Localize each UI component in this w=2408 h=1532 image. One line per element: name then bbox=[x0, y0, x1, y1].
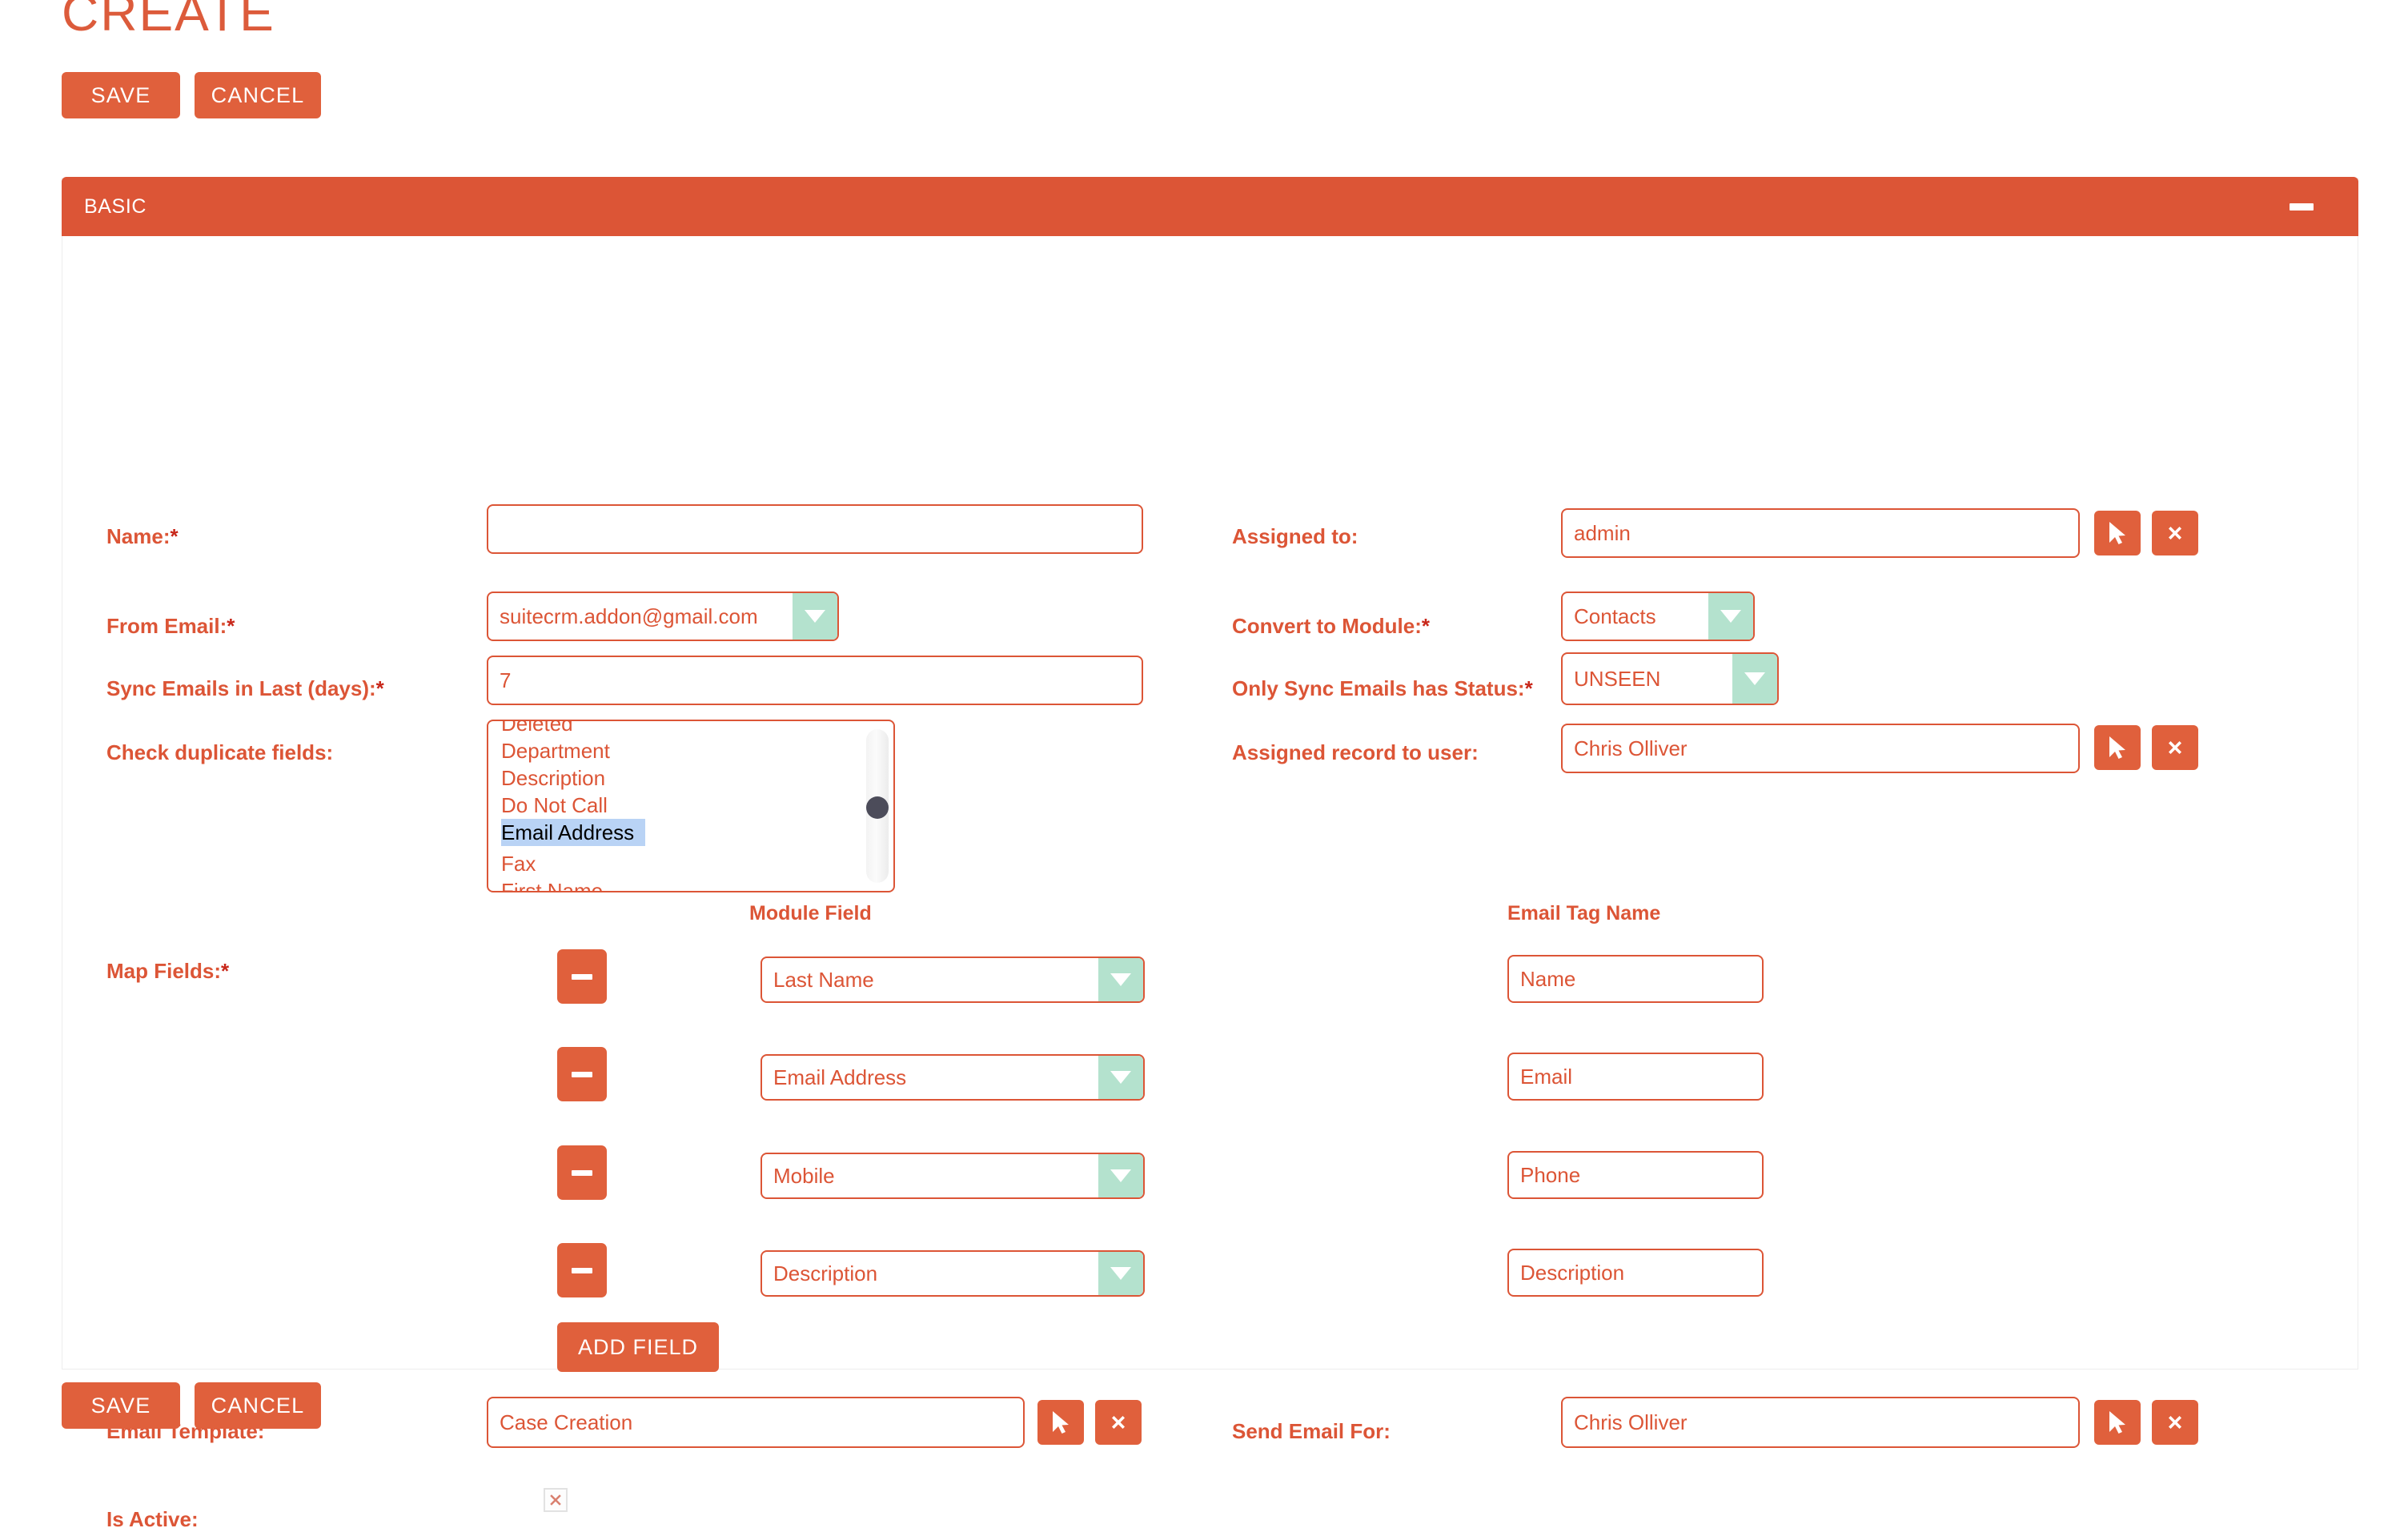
listbox-scrollbar[interactable] bbox=[866, 729, 889, 883]
module-field-select[interactable]: Email Address bbox=[761, 1054, 1145, 1101]
arrow-cursor-icon-button-send-email-for[interactable] bbox=[2094, 1400, 2141, 1445]
convert-to-module-select[interactable]: Contacts bbox=[1561, 592, 1755, 641]
name-label: Name:* bbox=[106, 524, 179, 548]
is-active-label: Is Active: bbox=[106, 1507, 199, 1531]
from-email-value: suitecrm.addon@gmail.com bbox=[500, 604, 758, 628]
convert-to-module-label: Convert to Module:* bbox=[1232, 614, 1430, 638]
save-button-bottom[interactable]: SAVE bbox=[62, 1382, 180, 1429]
email-tag-name-header: Email Tag Name bbox=[1507, 902, 1661, 924]
listbox-option[interactable]: Email Address bbox=[501, 819, 646, 846]
only-sync-status-value: UNSEEN bbox=[1574, 666, 1661, 691]
minus-icon bbox=[572, 1071, 592, 1077]
module-field-value: Mobile bbox=[773, 1163, 835, 1188]
basic-panel: BASIC Name:* From Email:* suitecrm.addon… bbox=[62, 177, 2358, 1531]
basic-panel-body: Name:* From Email:* suitecrm.addon@gmail… bbox=[62, 236, 2358, 1531]
chevron-down-icon[interactable] bbox=[1732, 654, 1777, 704]
arrow-cursor-icon-button-assigned-record[interactable] bbox=[2094, 725, 2141, 770]
save-button-top[interactable]: SAVE bbox=[62, 72, 180, 118]
only-sync-status-select[interactable]: UNSEEN bbox=[1561, 652, 1779, 705]
remove-map-field-button[interactable] bbox=[557, 1047, 607, 1101]
listbox-option[interactable]: Deleted bbox=[488, 721, 893, 737]
minus-icon bbox=[572, 1169, 592, 1176]
send-email-for-input[interactable] bbox=[1561, 1397, 2080, 1448]
module-field-select[interactable]: Description bbox=[761, 1250, 1145, 1297]
email-tag-name-input[interactable] bbox=[1507, 1053, 1764, 1101]
only-sync-status-label: Only Sync Emails has Status:* bbox=[1232, 676, 1533, 700]
chevron-down-icon[interactable] bbox=[1098, 1056, 1143, 1099]
cancel-button-top[interactable]: CANCEL bbox=[195, 72, 321, 118]
email-tag-name-input[interactable] bbox=[1507, 1249, 1764, 1297]
check-duplicate-fields-listbox[interactable]: Deleted Department Description Do Not Call E… bbox=[487, 720, 895, 892]
arrow-cursor-icon-button-email-template[interactable] bbox=[1037, 1400, 1084, 1445]
chevron-down-icon[interactable] bbox=[793, 593, 837, 640]
check-duplicate-fields-label: Check duplicate fields: bbox=[106, 740, 334, 764]
minus-icon bbox=[572, 973, 592, 980]
page-title: CREATE bbox=[62, 0, 275, 42]
cancel-button-bottom[interactable]: CANCEL bbox=[195, 1382, 321, 1429]
arrow-cursor-icon-button-assigned-to[interactable] bbox=[2094, 511, 2141, 555]
chevron-down-icon[interactable] bbox=[1098, 1154, 1143, 1197]
clear-button-email-template[interactable] bbox=[1095, 1400, 1142, 1445]
assigned-to-label: Assigned to: bbox=[1232, 524, 1359, 548]
clear-button-assigned-record[interactable] bbox=[2152, 725, 2198, 770]
listbox-option[interactable]: Do Not Call bbox=[488, 792, 893, 819]
minus-icon bbox=[572, 1267, 592, 1273]
from-email-label: From Email:* bbox=[106, 614, 235, 638]
listbox-scrollbar-thumb[interactable] bbox=[866, 796, 889, 820]
from-email-select[interactable]: suitecrm.addon@gmail.com bbox=[487, 592, 839, 641]
convert-to-module-value: Contacts bbox=[1574, 604, 1656, 628]
listbox-option-row: Email Address bbox=[488, 819, 893, 850]
panel-title: BASIC bbox=[84, 195, 147, 218]
listbox-option[interactable]: Fax bbox=[488, 850, 893, 877]
chevron-down-icon[interactable] bbox=[1098, 958, 1143, 1001]
sync-days-input[interactable] bbox=[487, 656, 1143, 705]
listbox-options: Deleted Department Description Do Not Call E… bbox=[488, 721, 893, 891]
module-field-select[interactable]: Mobile bbox=[761, 1153, 1145, 1199]
assigned-record-to-user-input[interactable] bbox=[1561, 724, 2080, 773]
chevron-down-icon[interactable] bbox=[1098, 1252, 1143, 1295]
remove-map-field-button[interactable] bbox=[557, 949, 607, 1004]
assigned-to-input[interactable] bbox=[1561, 508, 2080, 558]
bottom-action-bar: SAVE CANCEL bbox=[62, 1382, 321, 1429]
clear-button-assigned-to[interactable] bbox=[2152, 511, 2198, 555]
module-field-select[interactable]: Last Name bbox=[761, 956, 1145, 1003]
listbox-option[interactable]: First Name bbox=[488, 877, 893, 891]
remove-map-field-button[interactable] bbox=[557, 1243, 607, 1297]
module-field-value: Last Name bbox=[773, 967, 874, 992]
module-field-value: Email Address bbox=[773, 1065, 907, 1089]
chevron-down-icon[interactable] bbox=[1708, 593, 1753, 640]
module-field-header: Module Field bbox=[749, 902, 872, 924]
add-field-button[interactable]: ADD FIELD bbox=[557, 1322, 720, 1372]
remove-map-field-button[interactable] bbox=[557, 1145, 607, 1200]
email-tag-name-input[interactable] bbox=[1507, 1151, 1764, 1199]
listbox-option[interactable]: Department bbox=[488, 737, 893, 764]
top-action-bar: SAVE CANCEL bbox=[62, 72, 321, 118]
module-field-value: Description bbox=[773, 1261, 878, 1285]
basic-panel-header[interactable]: BASIC bbox=[62, 177, 2358, 236]
sync-days-label: Sync Emails in Last (days):* bbox=[106, 676, 384, 700]
name-input[interactable] bbox=[487, 504, 1143, 554]
send-email-for-label: Send Email For: bbox=[1232, 1419, 1391, 1443]
email-tag-name-input[interactable] bbox=[1507, 955, 1764, 1003]
email-template-input[interactable] bbox=[487, 1397, 1025, 1448]
create-page: CREATE SAVE CANCEL BASIC Name:* From Ema… bbox=[0, 0, 2408, 1531]
minus-icon[interactable] bbox=[2290, 203, 2314, 211]
map-fields-label: Map Fields:* bbox=[106, 959, 230, 983]
assigned-record-to-user-label: Assigned record to user: bbox=[1232, 740, 1479, 764]
x-mark-icon bbox=[550, 1494, 561, 1506]
listbox-option[interactable]: Description bbox=[488, 764, 893, 792]
is-active-checkbox[interactable] bbox=[544, 1488, 568, 1512]
clear-button-send-email-for[interactable] bbox=[2152, 1400, 2198, 1445]
